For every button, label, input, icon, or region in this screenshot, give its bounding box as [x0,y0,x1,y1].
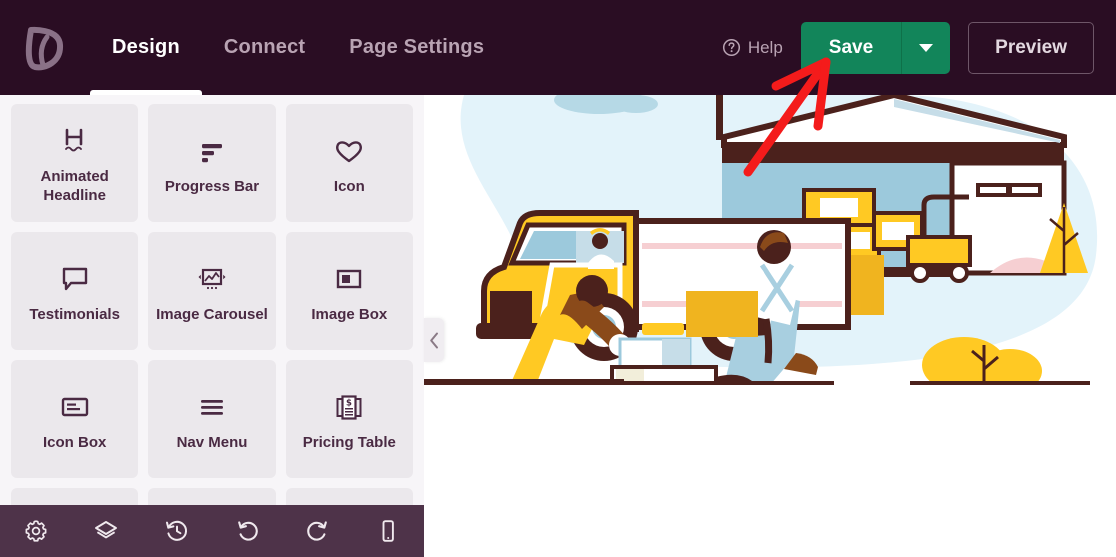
progress-bar-icon [195,130,229,172]
preview-label: Preview [995,36,1067,58]
help-label: Help [747,37,783,57]
widget-image-box[interactable]: Image Box [285,232,413,350]
layers-icon [95,521,118,539]
tab-design[interactable]: Design [90,0,202,95]
redo-button[interactable] [296,509,340,553]
tab-design-label: Design [112,36,180,58]
chevron-left-icon [429,332,438,348]
widget-icon-box[interactable]: Icon Box [11,360,139,478]
page-title: Get Ready! [424,550,1116,557]
history-icon [165,520,187,541]
gear-icon [25,520,47,542]
widget-pricing-table[interactable]: $ Pricing Table [285,360,413,478]
widget-icon[interactable]: Icon [285,104,413,222]
tab-page-settings-label: Page Settings [349,36,485,58]
save-dropdown-button[interactable] [902,22,950,74]
redo-icon [306,521,327,541]
widget-label: Nav Menu [176,433,248,451]
tab-connect-label: Connect [223,36,306,58]
undo-button[interactable] [225,509,269,553]
sidebar-collapse-button[interactable] [424,318,444,362]
save-button-group: Save [800,21,951,74]
page-root: Design Connect Page Settings Help Save P… [0,0,1116,557]
main-nav-tabs: Design Connect Page Settings [90,0,506,95]
help-button[interactable]: Help [722,38,783,58]
widget-image-carousel[interactable]: Image Carousel [148,232,276,350]
widget-label: Progress Bar [164,177,260,195]
undo-icon [238,521,258,541]
widget-testimonials[interactable]: Testimonials [11,232,139,350]
widget-label: Pricing Table [302,433,396,451]
hamburger-menu-icon [195,386,229,428]
editor-bottom-toolbar [0,505,424,557]
widgets-sidebar[interactable]: Animated Headline Progress Bar Icon Test… [0,95,424,557]
caret-down-icon [919,43,934,52]
preview-button[interactable]: Preview [968,21,1094,74]
svg-text:$: $ [346,398,352,408]
layers-button[interactable] [84,509,128,553]
settings-button[interactable] [14,509,58,553]
widget-progress-bar[interactable]: Progress Bar [148,104,276,222]
responsive-button[interactable] [366,509,410,553]
header-actions: Help Save Preview [722,21,1116,74]
page-canvas[interactable]: Get Ready! [424,95,1116,557]
speech-bubble-icon [58,258,92,300]
pricing-table-icon: $ [332,386,366,428]
image-carousel-icon [194,258,230,300]
widget-nav-menu[interactable]: Nav Menu [148,360,276,478]
widget-label: Image Carousel [156,305,268,323]
heart-icon [332,130,366,172]
widget-label: Testimonials [29,305,120,323]
tab-connect[interactable]: Connect [202,0,327,95]
tab-page-settings[interactable]: Page Settings [327,0,506,95]
save-button[interactable]: Save [801,21,903,74]
app-header: Design Connect Page Settings Help Save P… [0,0,1116,95]
question-circle-icon [722,38,740,57]
save-label: Save [828,36,874,58]
widget-label: Animated Headline [40,168,109,204]
widget-label: Image Box [311,305,388,323]
animated-headline-icon [58,120,92,162]
icon-box-icon [58,386,92,428]
leaf-logo-icon [25,26,63,70]
widget-label: Icon [333,177,365,195]
widget-label: Icon Box [42,433,107,451]
widget-grid: Animated Headline Progress Bar Icon Test… [0,95,424,557]
revisions-button[interactable] [155,509,199,553]
mobile-icon [382,520,394,542]
widget-animated-headline[interactable]: Animated Headline [11,104,139,222]
image-box-icon [332,258,366,300]
app-logo[interactable] [0,0,90,95]
warehouse-delivery-illustration [424,95,1098,385]
